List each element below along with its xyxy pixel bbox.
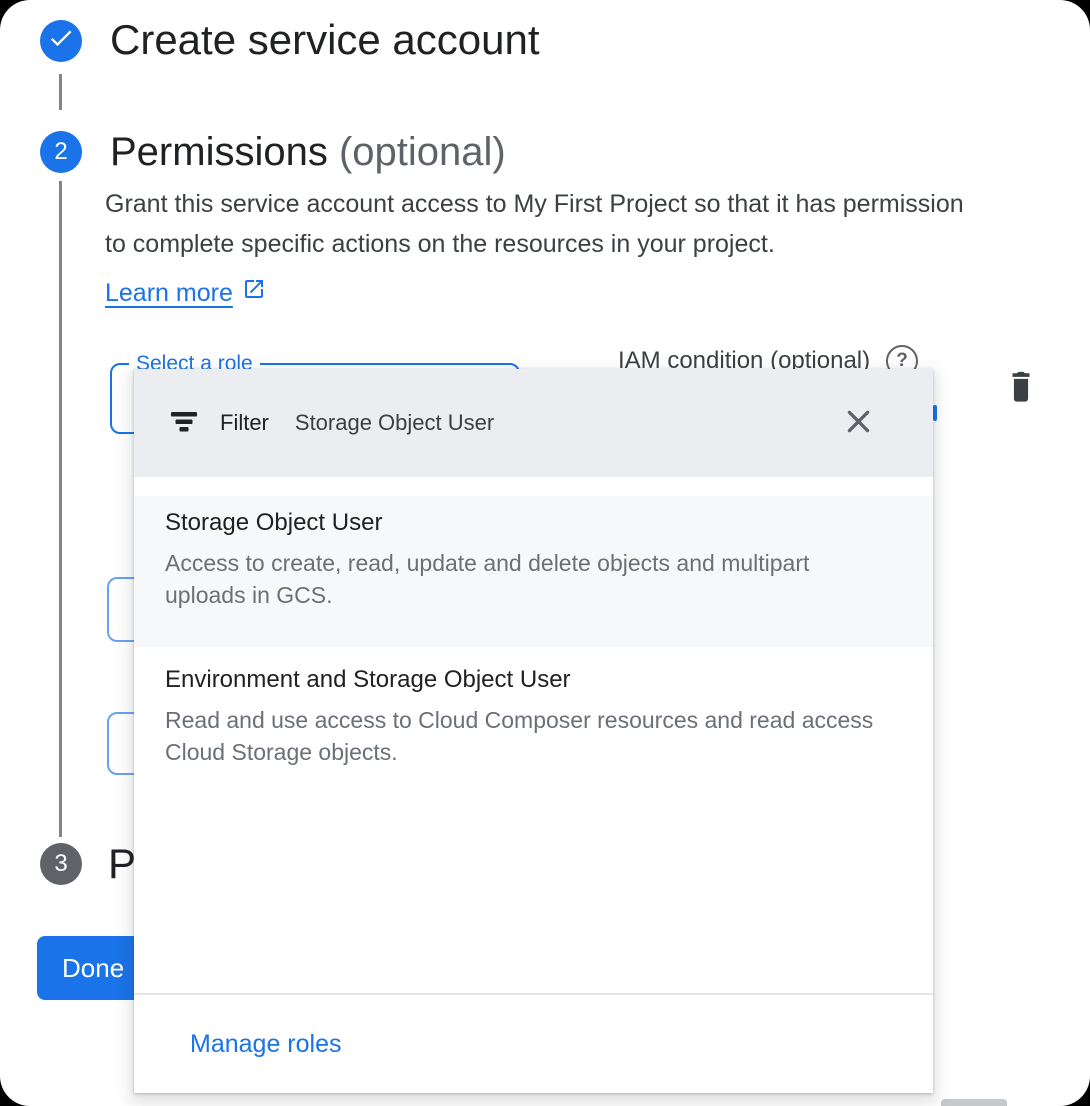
dropdown-gap bbox=[134, 477, 933, 496]
create-service-account-panel: Create service account 2 Permissions (op… bbox=[0, 0, 1090, 1106]
screenshot-canvas: Create service account 2 Permissions (op… bbox=[0, 0, 1090, 1106]
step2-title: Permissions (optional) bbox=[110, 128, 506, 176]
role-option-description: Access to create, read, update and delet… bbox=[165, 547, 870, 611]
dropdown-empty-area bbox=[134, 801, 933, 993]
stepper-connector-1 bbox=[59, 74, 62, 110]
step3-badge: 3 bbox=[40, 843, 82, 885]
close-filter-button[interactable] bbox=[841, 406, 875, 440]
role-filter-dropdown: Filter Storage Object User Storage Objec… bbox=[134, 369, 933, 1093]
role-filter-header: Filter Storage Object User bbox=[134, 369, 933, 477]
role-option-description: Read and use access to Cloud Composer re… bbox=[165, 704, 885, 768]
learn-more-link[interactable]: Learn more bbox=[105, 276, 266, 310]
learn-more-label: Learn more bbox=[105, 276, 233, 310]
role-filter-input[interactable]: Storage Object User bbox=[295, 410, 841, 436]
dropdown-footer: Manage roles bbox=[134, 995, 933, 1093]
filter-label: Filter bbox=[220, 410, 269, 436]
role-option-environment-storage-object-user[interactable]: Environment and Storage Object User Read… bbox=[134, 647, 933, 801]
role-option-title: Environment and Storage Object User bbox=[165, 663, 885, 697]
step3-partial-title[interactable]: P bbox=[108, 840, 136, 888]
permissions-description: Grant this service account access to My … bbox=[105, 184, 965, 264]
step1-title[interactable]: Create service account bbox=[110, 16, 540, 64]
step1-complete-badge bbox=[40, 20, 82, 62]
step3-number: 3 bbox=[54, 850, 67, 878]
step2-title-optional: (optional) bbox=[339, 130, 506, 174]
manage-roles-link[interactable]: Manage roles bbox=[190, 1030, 341, 1059]
external-link-icon bbox=[242, 276, 266, 310]
check-icon bbox=[47, 24, 75, 59]
done-label: Done bbox=[62, 953, 124, 983]
delete-role-button[interactable] bbox=[1004, 366, 1038, 406]
filter-icon bbox=[170, 408, 198, 439]
role-option-title: Storage Object User bbox=[165, 506, 885, 540]
step2-badge: 2 bbox=[40, 131, 82, 173]
trash-icon bbox=[1004, 394, 1038, 409]
close-icon bbox=[843, 406, 874, 440]
stepper-connector-2 bbox=[59, 181, 62, 837]
step2-number: 2 bbox=[54, 138, 67, 166]
role-option-storage-object-user[interactable]: Storage Object User Access to create, re… bbox=[134, 496, 933, 647]
partial-element-bottom bbox=[941, 1099, 1007, 1106]
hidden-element-sliver bbox=[933, 405, 937, 421]
